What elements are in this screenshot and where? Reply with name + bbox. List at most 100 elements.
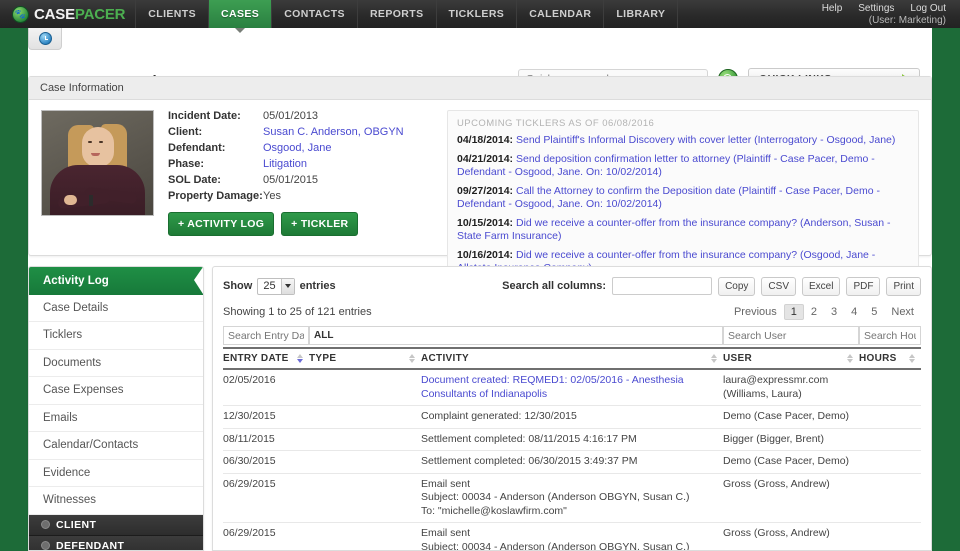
pagination-previous[interactable]: Previous [727,304,784,320]
pagination-page-2[interactable]: 2 [804,304,824,320]
sidebar-item-emails[interactable]: Emails [29,405,203,432]
table-row[interactable]: 08/11/2015 Settlement completed: 08/11/20… [223,428,921,451]
sort-icon [297,354,303,363]
logout-link[interactable]: Log Out [910,3,946,14]
copy-button[interactable]: Copy [718,276,756,296]
column-header-type[interactable]: TYPE [309,347,421,370]
column-header-entry-date[interactable]: ENTRY DATE [223,347,309,370]
settings-link[interactable]: Settings [858,3,894,14]
sidebar-item-calendar-contacts[interactable]: Calendar/Contacts [29,432,203,460]
cell-activity: Email sent Subject: 00034 - Anderson (And… [421,473,723,523]
app-page: CASEPACER CLIENTS CASES CONTACTS REPORTS… [0,0,960,551]
search-all-columns-input[interactable] [612,277,713,295]
cell-activity[interactable]: Document created: REQMED1: 02/05/2016 - … [421,369,723,406]
table-header-row: ENTRY DATE TYPE ACTIVITY USER HOURS [223,347,921,370]
main-nav: CLIENTS CASES CONTACTS REPORTS TICKLERS … [135,0,677,28]
top-navigation-bar: CASEPACER CLIENTS CASES CONTACTS REPORTS… [0,0,960,28]
column-label: HOURS [859,353,897,364]
table-row[interactable]: 02/05/2016 Document created: REQMED1: 02/… [223,369,921,406]
field-value: Yes [263,190,281,202]
column-header-activity[interactable]: ACTIVITY [421,347,723,370]
cell-user: Demo (Case Pacer, Demo) [723,405,859,429]
lower-content: Activity Log Case Details Ticklers Docum… [28,266,932,551]
filter-user[interactable] [723,326,859,345]
nav-item-reports[interactable]: REPORTS [356,0,436,28]
pagination-next[interactable]: Next [884,304,921,320]
table-row[interactable]: 06/29/2015 Email sent Subject: 00034 - And… [223,522,921,550]
filter-type[interactable] [309,326,723,345]
csv-button[interactable]: CSV [761,276,796,296]
tickler-date: 10/15/2014: [457,216,514,229]
clock-icon [38,32,52,45]
nav-item-contacts[interactable]: CONTACTS [271,0,357,28]
add-tickler-button[interactable]: + TICKLER [281,212,359,236]
case-fields: Incident Date: 05/01/2013 Client: Susan … [168,110,433,289]
help-link[interactable]: Help [822,3,843,14]
nav-item-clients[interactable]: CLIENTS [135,0,208,28]
client-photo [41,110,154,216]
case-sidebar: Activity Log Case Details Ticklers Docum… [28,266,204,551]
cell-user: Demo (Case Pacer, Demo) [723,450,859,474]
nav-item-calendar[interactable]: CALENDAR [516,0,603,28]
activity-log-table: ENTRY DATE TYPE ACTIVITY USER [223,326,921,550]
excel-button[interactable]: Excel [801,276,841,296]
field-value-link[interactable]: Litigation [263,158,307,171]
field-value: 05/01/2013 [263,110,319,122]
sort-icon [909,354,915,363]
sidebar-item-case-expenses[interactable]: Case Expenses [29,377,203,405]
cell-hours [859,450,921,474]
entries-per-page-select[interactable]: 25 [257,277,295,295]
sort-icon [847,354,853,363]
tickler-text[interactable]: Send Plaintiff's Informal Discovery with… [516,134,895,146]
add-activity-log-button[interactable]: + ACTIVITY LOG [168,212,275,236]
tickler-item: 04/21/2014: Send deposition confirmation… [457,153,909,180]
table-row[interactable]: 06/30/2015 Settlement completed: 06/30/20… [223,450,921,474]
entries-label: entries [299,280,336,292]
nav-item-library[interactable]: LIBRARY [603,0,677,28]
paw-logo-icon [12,5,29,23]
table-row[interactable]: 06/29/2015 Email sent Subject: 00034 - And… [223,473,921,523]
pdf-button[interactable]: PDF [846,276,881,296]
show-label: Show [223,280,253,292]
sidebar-item-documents[interactable]: Documents [29,350,203,377]
sidebar-item-ticklers[interactable]: Ticklers [29,322,203,350]
pagination-page-1[interactable]: 1 [783,304,804,320]
tickler-date: 09/27/2014: [457,184,514,197]
column-filters-row [223,326,921,348]
recent-history-tab[interactable] [28,28,62,50]
sidebar-item-evidence[interactable]: Evidence [29,460,203,487]
sidebar-item-witnesses[interactable]: Witnesses [29,487,203,515]
entries-per-page-value: 25 [263,280,276,292]
logo-text-case: CASE [34,5,75,23]
activity-link[interactable]: Document created: REQMED1: 02/05/2016 - … [421,374,684,400]
tickler-text[interactable]: Call the Attorney to confirm the Deposit… [457,185,880,211]
filter-hours[interactable] [859,326,921,345]
tickler-text[interactable]: Did we receive a counter-offer from the … [457,217,890,243]
sidebar-section-defendant[interactable]: DEFENDANT [29,535,203,550]
table-row[interactable]: 12/30/2015 Complaint generated: 12/30/201… [223,405,921,429]
column-header-hours[interactable]: HOURS [859,347,921,370]
tickler-date: 04/21/2014: [457,152,514,165]
cell-type [309,428,421,451]
nav-item-cases[interactable]: CASES [208,0,272,28]
logo[interactable]: CASEPACER [0,0,135,28]
pagination-page-4[interactable]: 4 [844,304,864,320]
cell-activity: Complaint generated: 12/30/2015 [421,405,723,429]
pagination-page-5[interactable]: 5 [864,304,884,320]
field-value-link[interactable]: Susan C. Anderson, OBGYN [263,126,404,139]
column-header-user[interactable]: USER [723,347,859,370]
field-value-link[interactable]: Osgood, Jane [263,142,332,155]
pagination-page-3[interactable]: 3 [824,304,844,320]
tickler-text[interactable]: Send deposition confirmation letter to a… [457,153,875,179]
sidebar-item-activity-log[interactable]: Activity Log [29,267,203,295]
pagination: Previous 1 2 3 4 5 Next [727,304,921,320]
print-button[interactable]: Print [886,276,921,296]
field-defendant: Defendant: Osgood, Jane [168,142,433,155]
filter-entry-date[interactable] [223,326,309,345]
nav-item-ticklers[interactable]: TICKLERS [435,0,517,28]
sidebar-item-case-details[interactable]: Case Details [29,295,203,322]
cell-entry-date: 06/29/2015 [223,522,309,550]
sidebar-section-client[interactable]: CLIENT [29,514,203,536]
cell-entry-date: 02/05/2016 [223,369,309,406]
tickler-item: 09/27/2014: Call the Attorney to confirm… [457,185,909,212]
